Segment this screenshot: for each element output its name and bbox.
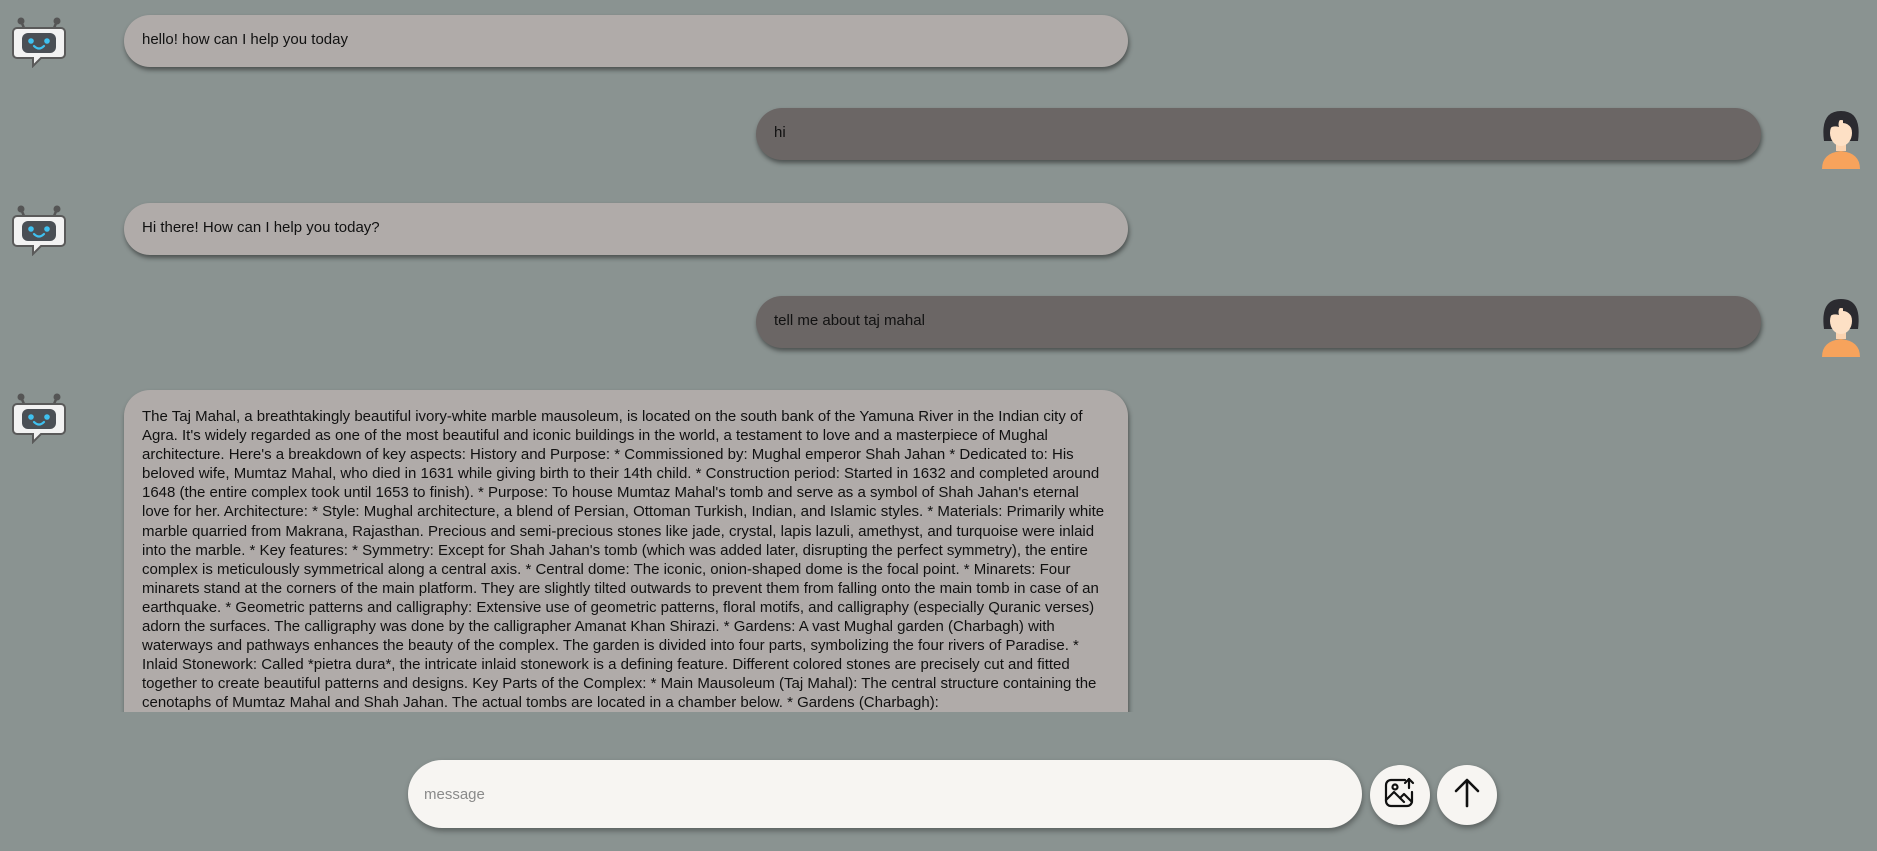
message-text: hi [774,124,786,141]
arrow-up-icon [1450,776,1484,815]
send-button[interactable] [1437,765,1497,825]
user-avatar-icon [1816,293,1866,357]
message-text: The Taj Mahal, a breathtakingly beautifu… [142,408,1105,712]
user-message: hi [756,108,1761,160]
bot-message: Hi there! How can I help you today? [124,203,1128,255]
message-text: tell me about taj mahal [774,312,925,329]
message-composer [408,760,1362,828]
message-text: Hi there! How can I help you today? [142,219,380,236]
bot-avatar-icon [11,12,67,69]
message-text: hello! how can I help you today [142,31,348,48]
chat-history[interactable]: hello! how can I help you today hi Hi th… [0,0,1877,712]
bot-avatar-icon [11,388,67,445]
message-input[interactable] [424,760,1344,828]
upload-image-button[interactable] [1370,765,1430,825]
image-upload-icon [1383,776,1417,815]
bot-message: The Taj Mahal, a breathtakingly beautifu… [124,390,1128,712]
bot-avatar-icon [11,200,67,257]
bot-message: hello! how can I help you today [124,15,1128,67]
user-message: tell me about taj mahal [756,296,1761,348]
user-avatar-icon [1816,105,1866,169]
